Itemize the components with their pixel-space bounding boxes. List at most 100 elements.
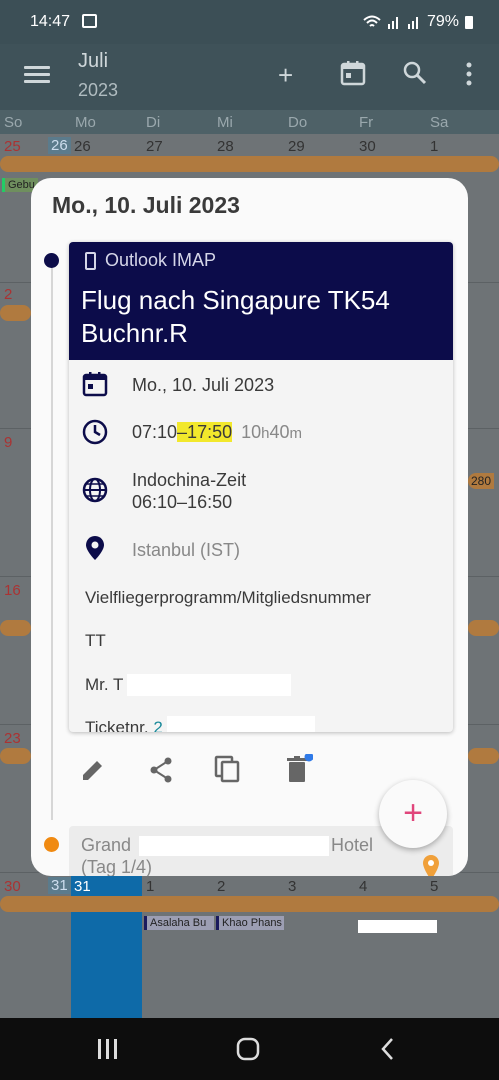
- event-card-header: Outlook IMAP Flug nach Singapure TK54 Bu…: [69, 242, 453, 360]
- location-pin-icon: [86, 536, 104, 560]
- description-line: Ticketnr. 2: [85, 718, 163, 732]
- day-number[interactable]: 9: [4, 434, 12, 451]
- day-number[interactable]: 23: [4, 730, 21, 747]
- event-title-suffix: Hotel: [331, 835, 374, 855]
- day-number[interactable]: 2: [4, 286, 12, 303]
- event-date: Mo., 10. Juli 2023: [132, 375, 275, 395]
- day-number[interactable]: 3: [288, 878, 296, 895]
- wifi-icon: [363, 15, 381, 27]
- event-subtitle: (Tag 1/4): [81, 857, 153, 876]
- time-end: –17:50: [177, 422, 233, 442]
- description-line: Mr. T: [85, 675, 124, 694]
- time-start: 07:10: [132, 422, 178, 442]
- day-number[interactable]: 30: [4, 878, 21, 895]
- event-color-dot: [44, 253, 59, 268]
- event-bar[interactable]: [0, 748, 31, 764]
- event-bar[interactable]: [468, 748, 499, 764]
- weekday-label: Do: [288, 114, 308, 131]
- day-number[interactable]: 2: [217, 878, 225, 895]
- add-icon[interactable]: +: [278, 60, 293, 91]
- timeline-line: [51, 260, 53, 820]
- event-title: Grand: [81, 835, 132, 855]
- menu-icon[interactable]: [24, 66, 50, 84]
- week-number: 26: [48, 137, 71, 154]
- event-title: Flug nach Singapure TK54 Buchnr.R: [81, 285, 390, 348]
- event-bar[interactable]: [0, 896, 499, 912]
- event-color-dot: [44, 837, 59, 852]
- event-badge[interactable]: 280: [468, 473, 495, 489]
- battery-icon: [465, 15, 473, 29]
- day-number[interactable]: 26: [74, 138, 91, 155]
- calendar-icon[interactable]: [340, 60, 366, 86]
- calendar-source: Outlook IMAP: [105, 250, 217, 270]
- timezone-time: 06:10–16:50: [132, 492, 233, 512]
- event-chip[interactable]: Asalaha Bu: [144, 916, 214, 930]
- day-detail-dialog: Mo., 10. Juli 2023 Outlook IMAP Flug nac…: [31, 178, 468, 876]
- edit-icon[interactable]: [79, 756, 107, 784]
- dialog-date: Mo., 10. Juli 2023: [52, 192, 240, 218]
- search-icon[interactable]: [402, 60, 428, 86]
- signal-icon: [387, 17, 398, 29]
- day-number[interactable]: 30: [359, 138, 376, 155]
- redaction: [358, 920, 437, 933]
- duration-minutes: 40: [269, 422, 290, 442]
- redaction: [167, 716, 315, 732]
- weekday-label: Fr: [359, 114, 374, 131]
- redaction: [127, 674, 291, 696]
- phone-icon: [85, 252, 96, 270]
- delete-icon[interactable]: [283, 754, 313, 784]
- description-line: TT: [85, 631, 106, 650]
- duration-hours: 10: [241, 422, 262, 442]
- battery-text: 79%: [426, 13, 459, 30]
- weekday-label: Mo: [75, 114, 96, 131]
- week-number: 31: [48, 877, 71, 894]
- add-event-button[interactable]: +: [379, 780, 447, 848]
- event-chip[interactable]: Khao Phans: [216, 916, 284, 930]
- globe-icon: [82, 477, 108, 503]
- day-number[interactable]: 16: [4, 582, 21, 599]
- weekday-label: Di: [146, 114, 161, 131]
- event-bar[interactable]: [468, 620, 499, 636]
- status-right: 79%: [363, 13, 473, 31]
- event-location[interactable]: Istanbul (IST): [132, 540, 240, 561]
- share-icon[interactable]: [147, 756, 175, 784]
- description-line: Vielfliegerprogramm/Mitgliedsnummer: [85, 588, 371, 607]
- day-number[interactable]: 31: [74, 878, 91, 895]
- event-bar[interactable]: [0, 156, 499, 172]
- gallery-icon: [82, 14, 97, 28]
- day-number[interactable]: 28: [217, 138, 234, 155]
- day-number[interactable]: 29: [288, 138, 305, 155]
- event-card[interactable]: Outlook IMAP Flug nach Singapure TK54 Bu…: [69, 242, 453, 732]
- event-bar[interactable]: [0, 305, 31, 321]
- recents-icon[interactable]: [96, 1038, 120, 1060]
- redaction: [139, 836, 329, 856]
- home-icon[interactable]: [235, 1036, 261, 1062]
- duration-hours-unit: h: [261, 425, 270, 442]
- day-number[interactable]: 1: [146, 878, 154, 895]
- day-number[interactable]: 1: [430, 138, 438, 155]
- back-icon[interactable]: [378, 1036, 396, 1062]
- system-nav-bar: [0, 1018, 499, 1080]
- signal-icon-2: [407, 17, 418, 29]
- copy-icon[interactable]: [213, 754, 243, 784]
- day-number[interactable]: 4: [359, 878, 367, 895]
- clock-icon: [82, 419, 108, 445]
- event-bar[interactable]: [0, 620, 31, 636]
- calendar-icon: [82, 372, 108, 397]
- day-number[interactable]: 27: [146, 138, 163, 155]
- weekday-label: So: [4, 114, 23, 131]
- year-title: 2023: [78, 80, 119, 100]
- more-icon[interactable]: [465, 62, 473, 86]
- status-time: 14:47: [30, 13, 71, 30]
- event-time: 07:10–17:50 10h40m: [132, 422, 302, 443]
- weekday-label: Mi: [217, 114, 233, 131]
- status-bar: 14:47 79%: [0, 0, 499, 44]
- location-pin-icon: [423, 855, 439, 876]
- weekday-label: Sa: [430, 114, 449, 131]
- day-number[interactable]: 25: [4, 138, 21, 155]
- day-number[interactable]: 5: [430, 878, 438, 895]
- weekday-header: So Mo Di Mi Do Fr Sa: [0, 110, 499, 134]
- timezone-name: Indochina-Zeit: [132, 470, 247, 490]
- month-title[interactable]: Juli: [78, 50, 108, 73]
- app-bar: Juli 2023 +: [0, 44, 499, 110]
